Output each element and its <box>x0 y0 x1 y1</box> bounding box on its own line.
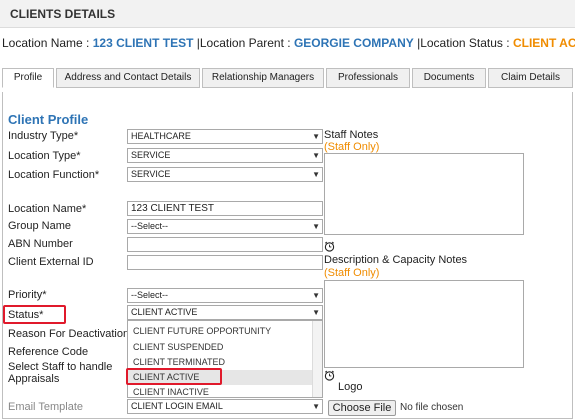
location-name-input[interactable]: 123 CLIENT TEST <box>127 201 323 216</box>
staff-notes-textarea[interactable] <box>324 153 524 235</box>
chevron-down-icon: ▼ <box>312 222 320 231</box>
description-notes-textarea[interactable] <box>324 280 524 368</box>
appraisals-label: Appraisals <box>8 373 60 385</box>
location-function-value: SERVICE <box>131 169 171 179</box>
chevron-down-icon: ▼ <box>312 291 320 300</box>
chevron-down-icon: ▼ <box>312 308 320 317</box>
alarm-clock-icon[interactable] <box>324 370 335 381</box>
page-title: CLIENTS DETAILS <box>10 7 116 21</box>
chevron-down-icon: ▼ <box>312 402 320 411</box>
priority-label: Priority* <box>8 289 47 301</box>
tab-relationship-managers[interactable]: Relationship Managers <box>202 68 324 88</box>
priority-select[interactable]: --Select-- ▼ <box>127 288 323 303</box>
chevron-down-icon: ▼ <box>312 151 320 160</box>
description-notes-sub-label: (Staff Only) <box>324 267 380 279</box>
page-header: CLIENTS DETAILS <box>0 0 575 28</box>
staff-notes-label: Staff Notes <box>324 129 379 141</box>
location-function-label: Location Function* <box>8 169 100 181</box>
logo-label: Logo <box>338 381 363 393</box>
reference-code-label: Reference Code <box>8 346 89 358</box>
priority-value: --Select-- <box>131 290 169 300</box>
tab-professionals[interactable]: Professionals <box>326 68 410 88</box>
dropdown-scrollbar[interactable] <box>312 321 322 397</box>
select-staff-label: Select Staff to handle <box>8 361 113 373</box>
reason-deactivation-label: Reason For Deactivation <box>8 328 130 340</box>
status-select[interactable]: CLIENT ACTIVE ▼ <box>127 305 323 320</box>
abn-number-label: ABN Number <box>8 238 73 250</box>
location-name-value: 123 CLIENT TEST <box>92 36 194 50</box>
tab-bar: Profile Address and Contact Details Rela… <box>2 68 573 88</box>
status-option-suspended[interactable]: CLIENT SUSPENDED <box>128 340 322 355</box>
email-template-label: Email Template <box>8 401 83 413</box>
location-name-field-label: Location Name* <box>8 203 87 215</box>
industry-type-value: HEALTHCARE <box>131 131 191 141</box>
email-template-select[interactable]: CLIENT LOGIN EMAIL ▼ <box>127 399 323 414</box>
location-type-select[interactable]: SERVICE ▼ <box>127 148 323 163</box>
client-profile-title: Client Profile <box>8 112 89 127</box>
chevron-down-icon: ▼ <box>312 132 320 141</box>
tab-address-contact[interactable]: Address and Contact Details <box>56 68 200 88</box>
status-option-inactive[interactable]: CLIENT INACTIVE <box>128 385 322 400</box>
staff-notes-sub-label: (Staff Only) <box>324 141 380 153</box>
no-file-chosen-text: No file chosen <box>400 402 464 413</box>
location-type-value: SERVICE <box>131 150 171 160</box>
industry-type-label: Industry Type* <box>8 130 79 142</box>
client-external-id-input[interactable] <box>127 255 323 270</box>
location-status-label: |Location Status : <box>417 36 510 50</box>
choose-file-button[interactable]: Choose File <box>328 400 396 416</box>
abn-number-input[interactable] <box>127 237 323 252</box>
location-parent-label: |Location Parent : <box>196 36 291 50</box>
status-label-highlight <box>3 305 66 324</box>
location-type-label: Location Type* <box>8 150 81 162</box>
location-parent-value: GEORGIE COMPANY <box>293 36 414 50</box>
location-name-label: Location Name : <box>2 36 90 50</box>
industry-type-select[interactable]: HEALTHCARE ▼ <box>127 129 323 144</box>
status-dropdown-list: CLIENT FUTURE OPPORTUNITY CLIENT SUSPEND… <box>127 320 323 398</box>
alarm-clock-icon[interactable] <box>324 241 335 252</box>
tab-claim-details[interactable]: Claim Details <box>488 68 573 88</box>
group-name-label: Group Name <box>8 220 71 232</box>
active-option-highlight <box>126 368 222 385</box>
tab-documents[interactable]: Documents <box>412 68 486 88</box>
tab-profile[interactable]: Profile <box>2 68 54 88</box>
status-value: CLIENT ACTIVE <box>131 307 198 317</box>
location-function-select[interactable]: SERVICE ▼ <box>127 167 323 182</box>
chevron-down-icon: ▼ <box>312 170 320 179</box>
email-template-value: CLIENT LOGIN EMAIL <box>131 401 223 411</box>
status-option-future-opportunity[interactable]: CLIENT FUTURE OPPORTUNITY <box>128 324 322 339</box>
group-name-value: --Select-- <box>131 221 169 231</box>
description-notes-label: Description & Capacity Notes <box>324 254 468 266</box>
client-external-id-label: Client External ID <box>8 256 94 268</box>
location-info-bar: Location Name : 123 CLIENT TEST |Locatio… <box>2 36 575 50</box>
location-status-value: CLIENT ACTIVE <box>512 36 575 50</box>
group-name-select[interactable]: --Select-- ▼ <box>127 219 323 234</box>
